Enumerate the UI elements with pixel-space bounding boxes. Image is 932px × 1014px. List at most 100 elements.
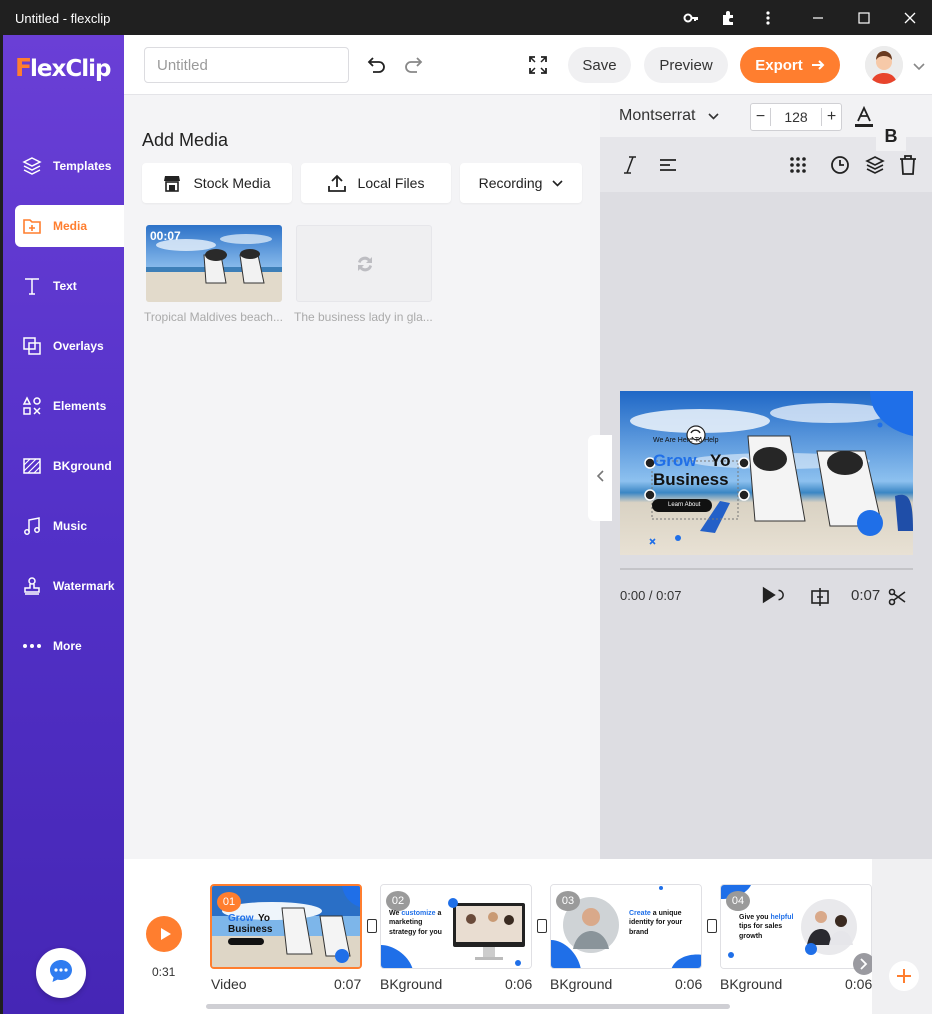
bold-button[interactable]: B (876, 121, 906, 151)
preview-headline-highlight: Grow (653, 451, 697, 470)
clip-label: BKground (720, 976, 783, 992)
collapse-panel-button[interactable] (588, 435, 612, 521)
text-color-icon[interactable] (852, 105, 876, 129)
media-thumbnail-beach[interactable]: 00:07 (146, 225, 282, 302)
video-preview-canvas[interactable]: We Are Here To Help Grow Yo Business Lea… (620, 391, 913, 555)
timeline-scrollbar[interactable] (206, 1004, 730, 1009)
sidebar-item-label: Music (53, 519, 88, 533)
play-icon[interactable] (761, 583, 785, 607)
font-size-value[interactable]: 128 (771, 109, 821, 125)
grid-dots-icon[interactable] (786, 153, 810, 177)
caption-highlight: helpful (770, 914, 794, 921)
transition-marker[interactable] (707, 919, 717, 933)
flexclip-logo[interactable]: F lexClip (15, 52, 115, 89)
layers-icon[interactable] (863, 153, 887, 177)
window-titlebar: Untitled - flexclip (0, 0, 932, 35)
preview-timecode: 0:00 / 0:07 (620, 588, 682, 603)
sidebar-item-watermark[interactable]: Watermark (15, 565, 124, 607)
stock-media-button[interactable]: Stock Media (142, 163, 292, 203)
scissors-icon[interactable] (885, 585, 909, 609)
top-header: Save Preview Export (124, 35, 932, 95)
preview-small-text: We Are Here To Help (653, 437, 719, 444)
clip-thumb-caption: Create a unique identity for your brand (629, 909, 695, 937)
clip-number: 01 (217, 892, 241, 912)
split-icon[interactable] (808, 585, 832, 609)
timeline-clip-2[interactable]: 02 We customize a marketing strategy for… (380, 884, 532, 969)
sidebar-item-more[interactable]: More (15, 625, 124, 667)
save-button[interactable]: Save (568, 47, 631, 83)
font-family-dropdown[interactable]: Montserrat (619, 107, 719, 125)
close-icon[interactable] (900, 8, 920, 28)
sidebar-item-music[interactable]: Music (15, 505, 124, 547)
overlays-icon (21, 335, 43, 357)
editor-preview-panel: Montserrat − 128 + B We Are Here To Help… (588, 95, 932, 859)
preview-duration: 0:07 (851, 587, 881, 604)
text-align-icon[interactable] (656, 153, 680, 177)
user-avatar[interactable] (865, 46, 903, 84)
redo-icon[interactable] (401, 53, 425, 77)
caption-text: We (389, 910, 402, 917)
transition-marker[interactable] (537, 919, 547, 933)
media-thumbnail-loading[interactable] (296, 225, 432, 302)
caption-highlight: customize (401, 910, 436, 917)
clip-number: 02 (386, 891, 410, 911)
clip-number: 03 (556, 891, 580, 911)
arrow-right-icon (811, 59, 825, 71)
fullscreen-icon[interactable] (526, 53, 550, 77)
clip-duration: 0:06 (675, 976, 703, 992)
sidebar-item-elements[interactable]: Elements (15, 385, 124, 427)
clip-thumb-headline-highlight: Grow (228, 913, 254, 924)
clip-thumb-caption: We customize a marketing strategy for yo… (389, 909, 451, 937)
sidebar-item-label: Watermark (53, 579, 115, 593)
elements-icon (21, 395, 43, 417)
clip-thumb-caption: Give you helpful tips for sales growth (739, 913, 799, 941)
extension-puzzle-icon[interactable] (718, 8, 738, 28)
sidebar-item-label: Templates (53, 159, 112, 173)
play-all-button[interactable] (146, 916, 182, 952)
increase-size-button[interactable]: + (821, 108, 841, 126)
chat-support-button[interactable] (36, 948, 86, 998)
media-caption: Tropical Maldives beach... (144, 310, 283, 324)
window-title: Untitled - flexclip (15, 11, 111, 26)
maximize-icon[interactable] (854, 8, 874, 28)
play-icon (160, 927, 172, 941)
timeline-clip-4[interactable]: 04 Give you helpful tips for sales growt… (720, 884, 872, 969)
clock-icon[interactable] (828, 153, 852, 177)
chevron-right-icon (860, 958, 868, 970)
transition-marker[interactable] (367, 919, 377, 933)
undo-icon[interactable] (365, 53, 389, 77)
recording-label: Recording (478, 175, 543, 191)
timeline-clip-1[interactable]: 01 Grow Yo Business (210, 884, 362, 969)
app-window: F lexClip Templates Media Text Overlays … (3, 35, 932, 1014)
local-files-label: Local Files (357, 175, 425, 191)
plus-icon (895, 967, 913, 985)
decrease-size-button[interactable]: − (751, 108, 771, 126)
media-folder-icon (21, 215, 43, 237)
project-title-input[interactable] (144, 47, 349, 83)
add-scene-button[interactable] (889, 961, 919, 991)
recording-dropdown[interactable]: Recording (460, 163, 582, 203)
preview-progress-bar[interactable] (620, 568, 913, 570)
key-icon[interactable] (681, 8, 701, 28)
sidebar-item-text[interactable]: Text (15, 265, 124, 307)
sidebar-item-overlays[interactable]: Overlays (15, 325, 124, 367)
local-files-button[interactable]: Local Files (301, 163, 451, 203)
media-panel: Add Media Stock Media Local Files Record… (124, 95, 600, 859)
sidebar-item-templates[interactable]: Templates (15, 145, 124, 187)
sidebar-item-media[interactable]: Media (15, 205, 124, 247)
trash-icon[interactable] (896, 153, 920, 177)
caption-highlight: Create (629, 910, 651, 917)
preview-button[interactable]: Preview (644, 47, 728, 83)
background-icon (21, 455, 43, 477)
svg-text:lexClip: lexClip (30, 56, 111, 82)
italic-icon[interactable] (618, 153, 642, 177)
sidebar-item-bkground[interactable]: BKground (15, 445, 124, 487)
font-family-value: Montserrat (619, 107, 696, 124)
timeline-clip-3[interactable]: 03 Create a unique identity for your bra… (550, 884, 702, 969)
minimize-icon[interactable] (808, 8, 828, 28)
sidebar-item-label: Media (53, 219, 88, 233)
export-button[interactable]: Export (740, 47, 840, 83)
timeline-total-duration: 0:31 (152, 965, 176, 979)
chevron-down-icon[interactable] (907, 55, 931, 79)
kebab-menu-icon[interactable] (758, 8, 778, 28)
